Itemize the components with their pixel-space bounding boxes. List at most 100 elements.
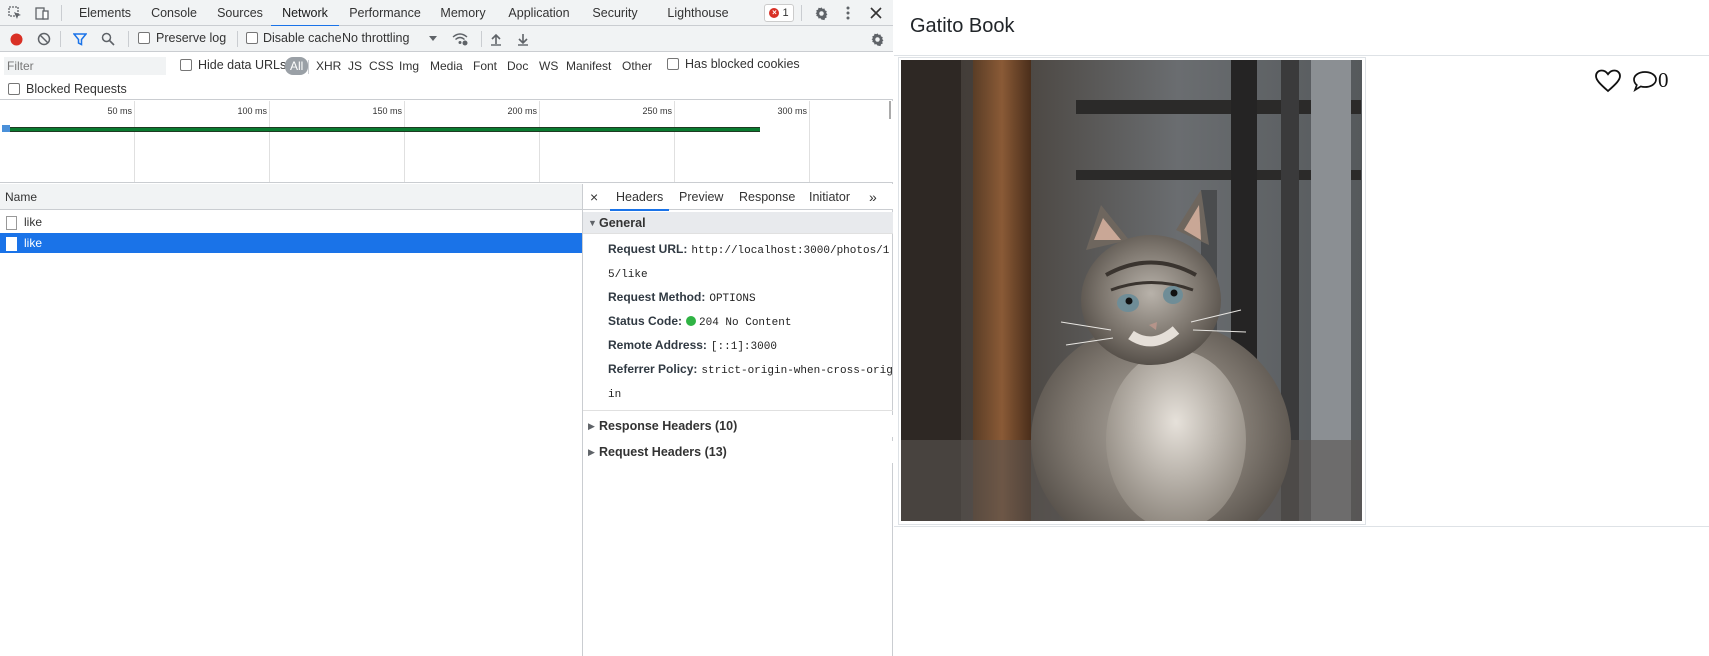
type-filter-css[interactable]: CSS [367, 57, 396, 75]
tab-security[interactable]: Security [589, 0, 641, 26]
throttling-select[interactable]: No throttling [342, 31, 409, 45]
clear-icon[interactable] [33, 29, 55, 49]
type-filter-manifest[interactable]: Manifest [564, 57, 613, 75]
network-conditions-icon[interactable] [449, 29, 471, 49]
photo-card[interactable] [898, 57, 1366, 525]
request-row[interactable]: like [0, 212, 582, 233]
type-filter-font[interactable]: Font [471, 57, 499, 75]
inspect-element-icon[interactable] [4, 3, 26, 23]
comment-button[interactable]: 0 [1632, 68, 1669, 93]
timeline-handle[interactable] [889, 101, 891, 119]
search-icon[interactable] [97, 29, 119, 49]
tab-headers[interactable]: Headers [609, 184, 670, 211]
timeline-tick: 200 ms [507, 106, 537, 116]
triangle-right-icon: ▶ [588, 421, 595, 431]
has-blocked-cookies-checkbox[interactable] [667, 58, 679, 70]
status-ok-icon [686, 316, 697, 326]
tab-response[interactable]: Response [739, 184, 795, 210]
network-settings-gear-icon[interactable] [866, 29, 888, 49]
filter-bar: Hide data URLs All XHR JS CSS Img Media … [0, 52, 893, 100]
triangle-right-icon: ▶ [588, 447, 595, 457]
has-blocked-cookies-label[interactable]: Has blocked cookies [685, 57, 800, 71]
preserve-log-label[interactable]: Preserve log [156, 31, 226, 45]
tab-performance[interactable]: Performance [349, 0, 421, 26]
error-icon: × [769, 8, 780, 18]
request-headers-title: Request Headers (13) [599, 445, 727, 459]
network-overview-timeline[interactable]: 50 ms 100 ms 150 ms 200 ms 250 ms 300 ms [0, 101, 893, 183]
type-filter-media[interactable]: Media [428, 57, 465, 75]
tab-console[interactable]: Console [148, 0, 200, 26]
request-url-row: Request URL: http://localhost:3000/photos… [583, 238, 893, 286]
export-har-icon[interactable] [512, 29, 534, 49]
tab-application[interactable]: Application [506, 0, 572, 26]
disable-cache-checkbox[interactable] [246, 32, 258, 44]
tab-sources[interactable]: Sources [215, 0, 265, 26]
tab-initiator[interactable]: Initiator [809, 184, 850, 210]
device-toolbar-icon[interactable] [31, 3, 53, 23]
comment-icon [1633, 70, 1657, 92]
more-tabs-icon[interactable]: » [869, 184, 877, 210]
remote-address-value: [::1]:3000 [710, 341, 777, 353]
web-page: Gatito Book 0 [894, 0, 1709, 656]
type-filter-other[interactable]: Other [620, 57, 654, 75]
preserve-log-checkbox[interactable] [138, 32, 150, 44]
close-devtools-icon[interactable] [865, 3, 887, 23]
like-button[interactable] [1594, 69, 1622, 93]
status-code-label: Status Code: [608, 314, 683, 328]
kitten-photo[interactable] [901, 60, 1362, 521]
request-method-label: Request Method: [608, 290, 706, 304]
heart-icon [1595, 69, 1621, 92]
timeline-request-marker [2, 125, 10, 132]
triangle-down-icon: ▼ [588, 218, 597, 228]
more-options-icon[interactable] [837, 3, 859, 23]
referrer-policy-row: Referrer Policy: strict-origin-when-cross… [583, 358, 893, 406]
type-filter-ws[interactable]: WS [537, 57, 560, 75]
error-count: 1 [782, 7, 789, 19]
request-name: like [24, 236, 43, 250]
type-filter-js[interactable]: JS [346, 57, 364, 75]
general-title: General [599, 216, 646, 230]
close-details-icon[interactable]: × [590, 184, 598, 210]
remote-address-row: Remote Address: [::1]:3000 [583, 334, 893, 358]
request-row-selected[interactable]: like [0, 233, 582, 254]
timeline-tick: 50 ms [107, 106, 132, 116]
type-filter-xhr[interactable]: XHR [314, 57, 343, 75]
page-title: Gatito Book [910, 15, 1015, 37]
type-filter-img[interactable]: Img [397, 57, 421, 75]
type-filter-doc[interactable]: Doc [505, 57, 530, 75]
status-code-value: 204 No Content [699, 317, 792, 329]
request-details: × Headers Preview Response Initiator » ▼… [583, 184, 893, 656]
blocked-requests-label[interactable]: Blocked Requests [26, 82, 127, 96]
document-icon [6, 216, 17, 230]
timeline-request-bar [10, 127, 760, 132]
response-headers-title: Response Headers (10) [599, 419, 738, 433]
request-headers-section[interactable]: ▶ Request Headers (13) [583, 441, 893, 463]
blocked-requests-checkbox[interactable] [8, 83, 20, 95]
record-icon[interactable] [5, 29, 27, 49]
tab-lighthouse[interactable]: Lighthouse [664, 0, 732, 26]
chevron-down-icon[interactable] [422, 29, 444, 49]
settings-gear-icon[interactable] [810, 3, 832, 23]
request-method-value: OPTIONS [709, 293, 756, 305]
column-header-name[interactable]: Name [0, 184, 582, 210]
response-headers-section[interactable]: ▶ Response Headers (10) [583, 415, 893, 437]
error-count-badge[interactable]: × 1 [764, 4, 794, 22]
tab-elements[interactable]: Elements [76, 0, 134, 26]
content-divider [894, 526, 1709, 527]
request-url-label: Request URL: [608, 242, 688, 256]
hide-data-urls-label[interactable]: Hide data URLs [198, 58, 286, 72]
filter-icon[interactable] [69, 29, 91, 49]
tab-network[interactable]: Network [271, 0, 339, 27]
general-section-header[interactable]: ▼ General [583, 212, 893, 234]
tab-memory[interactable]: Memory [437, 0, 489, 26]
timeline-tick: 150 ms [372, 106, 402, 116]
details-tabbar: × Headers Preview Response Initiator » [583, 184, 893, 211]
type-filter-all[interactable]: All [285, 57, 309, 75]
hide-data-urls-checkbox[interactable] [180, 59, 192, 71]
import-har-icon[interactable] [485, 29, 507, 49]
filter-input[interactable] [4, 57, 166, 75]
disable-cache-label[interactable]: Disable cache [263, 31, 342, 45]
timeline-tick: 300 ms [777, 106, 807, 116]
tab-preview[interactable]: Preview [679, 184, 723, 210]
page-header: Gatito Book [894, 0, 1709, 56]
